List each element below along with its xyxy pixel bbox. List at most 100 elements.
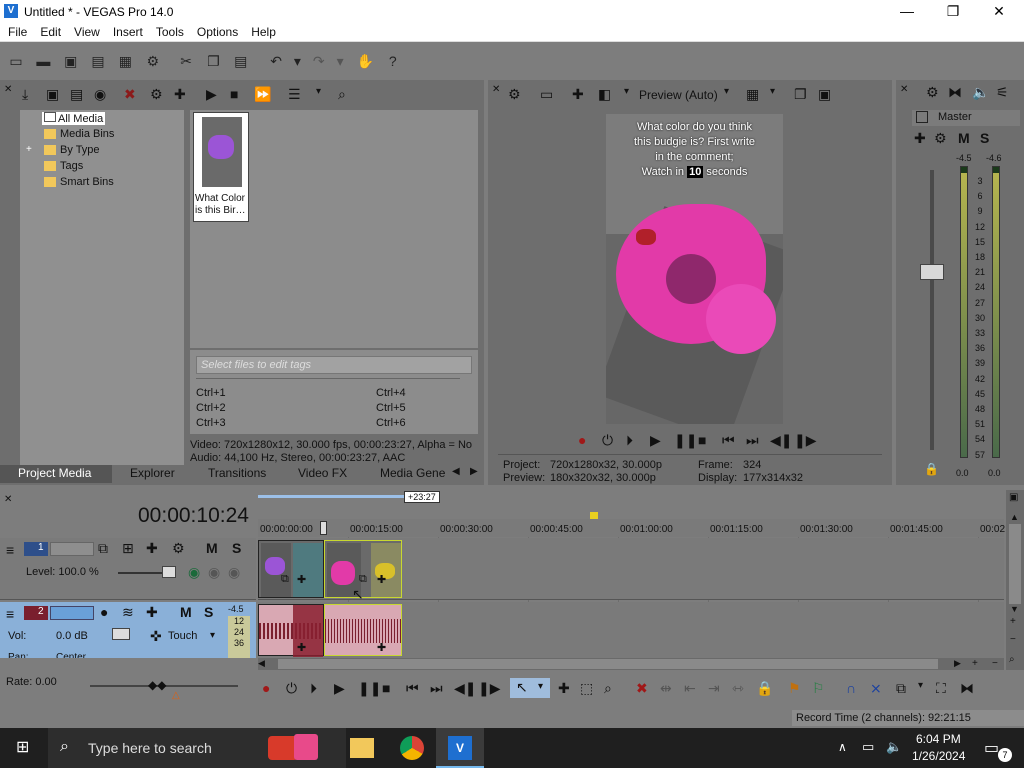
track2-solo-button[interactable]: S [204,604,213,620]
track-zoom-in-icon[interactable]: + [1010,616,1016,627]
play-preview-icon[interactable]: ▶ [206,86,217,103]
tabs-scroll-left-icon[interactable]: ◀ [452,466,460,477]
undo-icon[interactable]: ↶ [266,52,286,70]
tab-video-fx[interactable]: Video FX [298,466,347,480]
go-to-end-icon[interactable]: ⏭ [430,680,443,697]
media-generators-icon[interactable]: ✚ [174,86,186,103]
event-pan-crop-icon[interactable]: ⧉ [359,573,367,586]
zoom-out-icon[interactable]: − [992,658,998,669]
track-name-input[interactable] [50,606,94,620]
master-fx-icon[interactable]: ✚ [914,130,926,147]
expand-icon[interactable]: + [26,144,32,155]
track1-solo-button[interactable]: S [232,540,241,556]
next-frame-icon[interactable]: ❚▶ [478,680,501,697]
video-event[interactable]: ⧉ ✚ [258,540,324,598]
scroll-right-icon[interactable]: ▶ [954,658,961,669]
parent-compositing-icon[interactable]: ◉ [208,564,220,581]
stop-icon[interactable]: ■ [698,432,706,448]
timeline-horizontal-scrollbar[interactable]: ◀ ▶ + − [258,658,1004,670]
previous-frame-icon[interactable]: ◀❚ [770,432,793,449]
next-frame-icon[interactable]: ❚▶ [794,432,817,449]
maximize-button[interactable]: ❐ [930,0,976,24]
track-collapse-icon[interactable]: ≡ [6,606,14,622]
tabs-scroll-right-icon[interactable]: ▶ [470,466,478,477]
playhead-handle[interactable] [320,521,327,535]
edit-tool-icon[interactable]: ✋ [355,52,375,70]
remove-media-icon[interactable]: ✖ [124,86,136,103]
save-as-icon[interactable]: ▤ [88,52,108,70]
close-panel-icon[interactable]: ✕ [4,494,12,505]
track-zoom-out-icon[interactable]: − [1010,634,1016,645]
media-fx-icon[interactable]: ⚙ [150,86,163,103]
tags-input[interactable]: Select files to edit tags [196,356,472,374]
tree-item-media-bins[interactable]: Media Bins [44,128,114,140]
composite-mode-icon[interactable]: ✚ [146,540,158,557]
new-file-icon[interactable]: ▭ [6,52,26,70]
save-snapshot-icon[interactable]: ▣ [818,86,831,103]
tab-explorer[interactable]: Explorer [130,466,175,480]
insert-bus-icon[interactable]: ⧓ [948,84,962,101]
track2-mute-button[interactable]: M [180,604,192,620]
trim-start-icon[interactable]: ⇤ [684,680,696,697]
track-fx-icon[interactable]: ⊞ [122,540,134,557]
quality-dropdown-icon[interactable]: ▾ [724,86,729,97]
selection-edit-tool-icon[interactable]: ⬚ [580,680,593,697]
loop-region-bar[interactable] [258,495,404,498]
loop-playback-icon[interactable]: ⏻ [602,432,613,449]
ignore-grouping-icon[interactable]: ⧓ [960,680,974,697]
automation-dropdown-icon[interactable]: ▾ [210,630,215,641]
import-media-icon[interactable]: ⤓ [22,86,28,103]
taskbar-time[interactable]: 6:04 PM [916,732,961,746]
overlays-grid-icon[interactable]: ▦ [746,86,759,103]
track-compositing-icon[interactable]: ◉ [188,564,200,581]
copy-snapshot-icon[interactable]: ❐ [794,86,807,103]
tab-project-media[interactable]: Project Media [0,465,112,483]
views-dropdown-icon[interactable]: ▾ [316,86,321,97]
taskbar-search-box[interactable]: ⌕ Type here to search [48,728,346,768]
trim-icon[interactable]: ⇹ [660,680,672,697]
normal-edit-tool[interactable]: ↖ ▾ [510,678,550,698]
undo-dropdown-icon[interactable]: ▾ [293,52,301,70]
cut-icon[interactable]: ✂ [176,52,196,70]
delete-icon[interactable]: ✖ [636,680,648,697]
web-media-icon[interactable]: ◉ [94,86,106,103]
tab-transitions[interactable]: Transitions [208,466,266,480]
track-name-input[interactable] [50,542,94,556]
stop-preview-icon[interactable]: ■ [230,86,238,102]
play-icon[interactable]: ▶ [334,680,345,697]
snapping-icon[interactable]: ∩ [846,680,856,696]
master-mute-button[interactable]: M [958,130,970,146]
tree-item-all-media[interactable]: All Media [42,112,106,125]
settings-gear-icon[interactable]: ⚙ [143,52,163,70]
scroll-down-icon[interactable]: ▼ [1010,604,1019,614]
automation-mode-select[interactable]: Touch [168,630,197,642]
menu-view[interactable]: View [74,24,100,39]
preview-settings-icon[interactable]: ⚙ [508,86,521,103]
event-fx-icon[interactable]: ✚ [377,641,386,654]
audio-event-selected[interactable]: ✚ [324,604,402,656]
master-settings-icon[interactable]: ⚙ [934,130,947,147]
track-fx-icon[interactable]: ≋ [122,604,134,621]
region-insert-icon[interactable]: ⚐ [812,680,825,697]
preview-fx-icon[interactable]: ✚ [572,86,584,103]
scroll-up-icon[interactable]: ▲ [1010,512,1019,522]
automation-mode-icon[interactable]: ✜ [150,628,162,645]
auto-crossfade-icon[interactable]: ⨯ [870,680,882,697]
automation-icon[interactable]: ✚ [146,604,158,621]
minimize-button[interactable]: — [884,0,930,24]
ripple-dropdown-icon[interactable]: ▾ [918,680,923,691]
tree-item-by-type[interactable]: By Type [44,144,100,156]
go-to-start-icon[interactable]: ⏮ [406,680,419,697]
copy-icon[interactable]: ❐ [203,52,223,70]
menu-file[interactable]: File [8,24,27,39]
volume-slider-handle[interactable] [112,628,130,640]
play-icon[interactable]: ▶ [650,432,661,449]
arm-record-icon[interactable]: ● [100,604,108,620]
media-file-thumb[interactable]: What Color is this Bir… [193,112,249,222]
track1-mute-button[interactable]: M [206,540,218,556]
pause-icon[interactable]: ❚❚ [358,680,381,697]
make-child-icon[interactable]: ◉ [228,564,240,581]
redo-dropdown-icon[interactable]: ▾ [336,52,344,70]
redo-icon[interactable]: ↷ [309,52,329,70]
taskbar-date[interactable]: 1/26/2024 [912,749,965,763]
